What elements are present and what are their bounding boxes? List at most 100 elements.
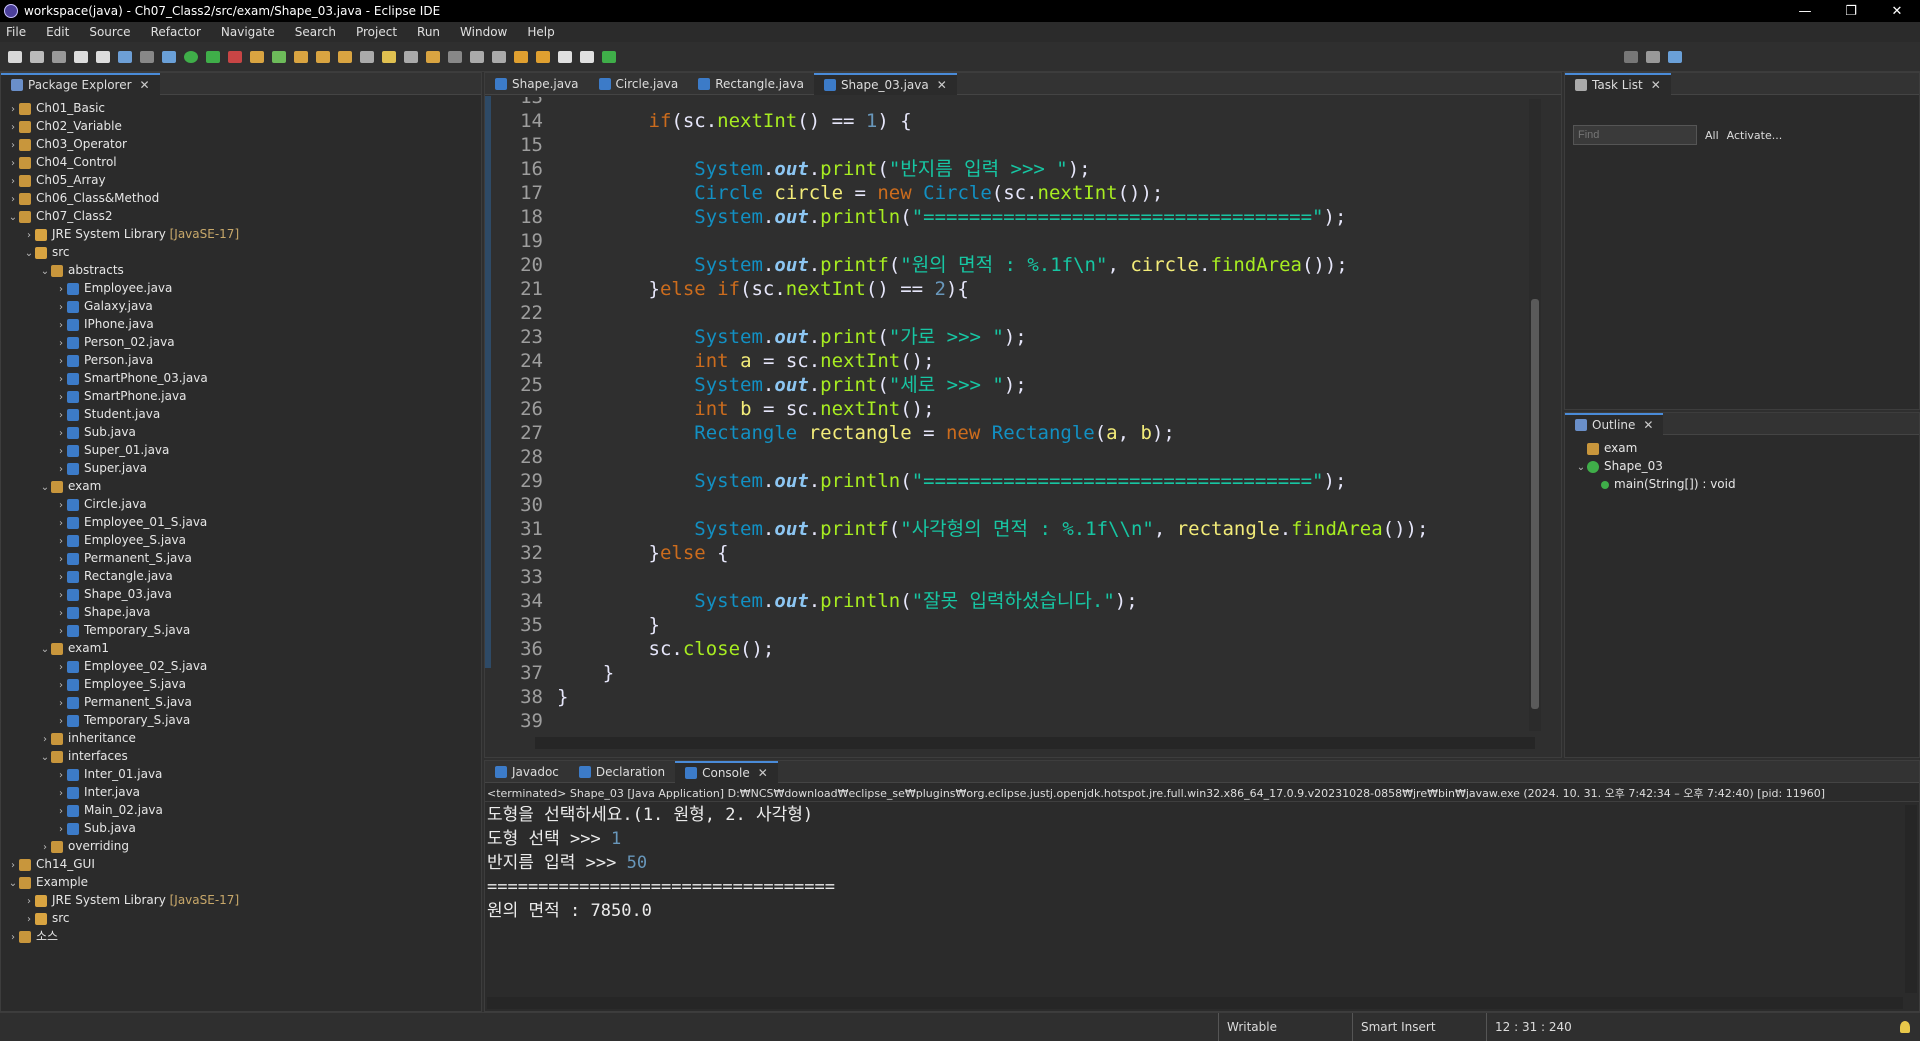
tree-item[interactable]: › Inter_01.java: [1, 765, 481, 783]
tree-item[interactable]: › Ch02_Variable: [1, 117, 481, 135]
nav-back-arrow-icon[interactable]: [558, 50, 572, 63]
tree-item[interactable]: › Employee_01_S.java: [1, 513, 481, 531]
expand-chevron-icon[interactable]: ⌄: [7, 209, 19, 227]
code-editor[interactable]: 13 14 if(sc.nextInt() == 1) {15 16 System.…: [491, 97, 1541, 733]
task-find-input[interactable]: [1573, 125, 1697, 145]
tip-lightbulb-icon[interactable]: [1900, 1021, 1910, 1033]
nav-forward-arrow-icon[interactable]: [580, 50, 594, 63]
coverage-icon[interactable]: [206, 50, 220, 63]
code-line[interactable]: System.out.printf("사각형의 면적 : %.1f\\n", r…: [557, 517, 1428, 541]
open-perspective-icon[interactable]: [1646, 50, 1660, 63]
console-horizontal-scrollbar[interactable]: [487, 997, 1903, 1009]
code-line[interactable]: int b = sc.nextInt();: [557, 397, 934, 421]
expand-chevron-icon[interactable]: ⌄: [39, 641, 51, 659]
tab-rectangle-java[interactable]: Rectangle.java: [688, 73, 814, 95]
code-line[interactable]: System.out.print("반지름 입력 >>> ");: [557, 157, 1090, 181]
expand-chevron-icon[interactable]: ⌄: [39, 263, 51, 281]
new-icon[interactable]: [8, 50, 22, 63]
minimize-button[interactable]: —: [1782, 4, 1828, 19]
tree-item[interactable]: ⌄ interfaces: [1, 747, 481, 765]
task-filter-all[interactable]: All: [1705, 129, 1719, 142]
tree-item[interactable]: › Ch14_GUI: [1, 855, 481, 873]
tree-item[interactable]: › Person.java: [1, 351, 481, 369]
forward-icon[interactable]: [536, 50, 550, 63]
expand-chevron-icon[interactable]: ⌄: [7, 875, 19, 893]
close-icon[interactable]: ✕: [140, 78, 150, 92]
tab-shape-03-java[interactable]: Shape_03.java ✕: [813, 72, 957, 95]
tree-item[interactable]: ⌄ src: [1, 243, 481, 261]
tree-item[interactable]: › SmartPhone.java: [1, 387, 481, 405]
tree-item[interactable]: › Employee_S.java: [1, 531, 481, 549]
skip-breakpoints-icon[interactable]: [140, 50, 154, 63]
code-line[interactable]: System.out.println("====================…: [557, 205, 1346, 229]
tree-item[interactable]: › Circle.java: [1, 495, 481, 513]
menu-window[interactable]: Window: [460, 25, 507, 39]
editor-horizontal-scrollbar[interactable]: [535, 737, 1535, 749]
tree-item[interactable]: › Temporary_S.java: [1, 621, 481, 639]
terminal-icon[interactable]: [118, 50, 132, 63]
close-icon[interactable]: ✕: [1643, 418, 1653, 432]
previous-annotation-icon[interactable]: [492, 50, 506, 63]
code-line[interactable]: System.out.println("잘못 입력하셨습니다.");: [557, 589, 1137, 613]
tab-javadoc[interactable]: Javadoc: [485, 761, 569, 783]
menu-search[interactable]: Search: [295, 25, 336, 39]
run-icon[interactable]: [184, 50, 198, 63]
code-line[interactable]: }: [557, 661, 614, 685]
code-line[interactable]: System.out.print("세로 >>> ");: [557, 373, 1026, 397]
expand-chevron-icon[interactable]: ⌄: [23, 245, 35, 263]
expand-chevron-icon[interactable]: ⌄: [39, 479, 51, 497]
tree-item[interactable]: › JRE System Library [JavaSE-17]: [1, 225, 481, 243]
tree-item[interactable]: › Permanent_S.java: [1, 693, 481, 711]
code-line[interactable]: }: [557, 613, 660, 637]
tree-item[interactable]: › Ch06_Class&Method: [1, 189, 481, 207]
search-icon[interactable]: [1624, 50, 1638, 63]
code-line[interactable]: System.out.printf("원의 면적 : %.1f\n", circ…: [557, 253, 1347, 277]
menu-refactor[interactable]: Refactor: [151, 25, 201, 39]
toggle-mark-icon[interactable]: [360, 50, 374, 63]
tree-item[interactable]: › Person_02.java: [1, 333, 481, 351]
tree-item[interactable]: › Employee_S.java: [1, 675, 481, 693]
tree-item[interactable]: ⌄ exam1: [1, 639, 481, 657]
editor-vertical-scrollbar[interactable]: [1529, 99, 1541, 731]
code-line[interactable]: sc.close();: [557, 637, 775, 661]
code-line[interactable]: int a = sc.nextInt();: [557, 349, 934, 373]
tree-item[interactable]: › IPhone.java: [1, 315, 481, 333]
tree-item[interactable]: › Shape.java: [1, 603, 481, 621]
menu-project[interactable]: Project: [356, 25, 397, 39]
tree-item[interactable]: › Sub.java: [1, 423, 481, 441]
tree-item[interactable]: › overriding: [1, 837, 481, 855]
tree-item[interactable]: › Ch04_Control: [1, 153, 481, 171]
tree-item[interactable]: › Inter.java: [1, 783, 481, 801]
outline-item-package[interactable]: exam: [1575, 439, 1919, 457]
block-select-icon[interactable]: [404, 50, 418, 63]
expand-chevron-icon[interactable]: ›: [7, 929, 19, 947]
code-line[interactable]: Rectangle rectangle = new Rectangle(a, b…: [557, 421, 1175, 445]
tree-item[interactable]: › Ch03_Operator: [1, 135, 481, 153]
pilcrow-icon[interactable]: [448, 50, 462, 63]
maximize-button[interactable]: ❐: [1828, 4, 1874, 19]
console-output[interactable]: 도형을 선택하세요.(1. 원형, 2. 사각형) 도형 선택 >>> 1 반지름 …: [487, 803, 1887, 923]
tree-item[interactable]: › Super_01.java: [1, 441, 481, 459]
menu-file[interactable]: File: [6, 25, 26, 39]
tab-shape-java[interactable]: Shape.java: [485, 73, 589, 95]
code-line[interactable]: System.out.println("====================…: [557, 469, 1346, 493]
tree-item[interactable]: › Main_02.java: [1, 801, 481, 819]
tree-item[interactable]: › inheritance: [1, 729, 481, 747]
tab-console[interactable]: Console ✕: [675, 760, 778, 783]
tree-item[interactable]: › Temporary_S.java: [1, 711, 481, 729]
tree-item[interactable]: › SmartPhone_03.java: [1, 369, 481, 387]
tree-item[interactable]: › JRE System Library [JavaSE-17]: [1, 891, 481, 909]
tree-item[interactable]: › Ch01_Basic: [1, 99, 481, 117]
redo-icon[interactable]: [96, 50, 110, 63]
save-icon[interactable]: [30, 50, 44, 63]
back-icon[interactable]: [514, 50, 528, 63]
tree-item[interactable]: › src: [1, 909, 481, 927]
search-toolbar-icon[interactable]: [338, 50, 352, 63]
menu-help[interactable]: Help: [527, 25, 554, 39]
menu-edit[interactable]: Edit: [46, 25, 69, 39]
menu-navigate[interactable]: Navigate: [221, 25, 275, 39]
save-all-icon[interactable]: [52, 50, 66, 63]
tree-item[interactable]: › Employee_02_S.java: [1, 657, 481, 675]
close-icon[interactable]: ✕: [937, 78, 947, 92]
tree-item[interactable]: ⌄ Example: [1, 873, 481, 891]
